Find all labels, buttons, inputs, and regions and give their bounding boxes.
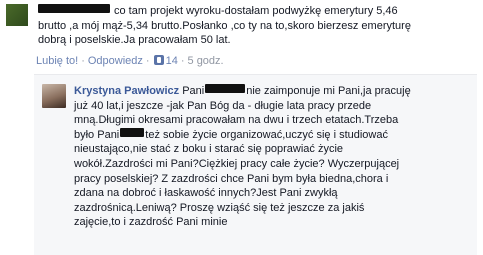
- like-count[interactable]: 14: [166, 55, 178, 67]
- top-comment-text-1: co tam projekt wyroku-dostałam podwyżkę …: [114, 5, 398, 17]
- top-comment-text-2: brutto ,a mój mąż-5,34 brutto.Posłanko ,…: [38, 19, 411, 32]
- commenter-avatar[interactable]: [6, 4, 28, 26]
- comment-time[interactable]: 5 godz.: [188, 55, 224, 67]
- reply-seg-1: Pani: [182, 85, 205, 97]
- reply-line-10: zajęcie,to i zazdrość Pani minie: [74, 216, 228, 229]
- reply-line-4a: było Pani: [74, 128, 120, 141]
- like-link[interactable]: Lubię to!: [36, 55, 78, 67]
- reply-seg-2: nie zaimponuje mi Pani,ja pracuję: [246, 85, 411, 97]
- top-comment-body: co tam projekt wyroku-dostałam podwyżkę …: [38, 4, 468, 48]
- reply-line-5: nieustająco,nie stać z boku i starać się…: [74, 143, 344, 156]
- reply-body: Krystyna Pawłowicz Pani nie zaimponuje mi…: [74, 84, 470, 230]
- reply-line-7: pracy poselskiej? Z zazdrości chce Pani …: [74, 172, 389, 185]
- reply-author-name[interactable]: Krystyna Pawłowicz: [74, 85, 179, 97]
- top-comment-text-3: dobrą i poselskie.Ja pracowałam 50 lat.: [38, 34, 231, 46]
- reply-line-4b: też sobie życie organizować,uczyć się i …: [145, 128, 388, 141]
- reply-line-9: zazdrośnicą.Leniwą? Proszę wziąść się te…: [74, 201, 365, 214]
- reply-author-avatar[interactable]: [42, 84, 66, 108]
- reply-line-6: wokół.Zazdrości mi Pani?Ciężkiej pracy c…: [74, 157, 400, 170]
- reply-link[interactable]: Odpowiedz: [88, 55, 143, 67]
- redacted-commenter-name: [38, 4, 110, 13]
- reply-line-2: już 40 lat,i jeszcze -jak Pan Bóg da - d…: [74, 99, 372, 112]
- like-thumb-icon: [153, 55, 164, 65]
- reply-line-8: zdana na dobroć i łaskawość innych?Jest …: [74, 187, 338, 200]
- reply-line-3: mną.Długimi okresami pracowałam na dwu i…: [74, 114, 399, 127]
- redacted-name: [205, 84, 246, 93]
- top-comment-actions: Lubię to! · Odpowiedz · 14 · 5 godz.: [36, 55, 224, 67]
- reply-comment: Krystyna Pawłowicz Pani nie zaimponuje mi…: [34, 74, 477, 255]
- redacted-name-2: [120, 127, 145, 137]
